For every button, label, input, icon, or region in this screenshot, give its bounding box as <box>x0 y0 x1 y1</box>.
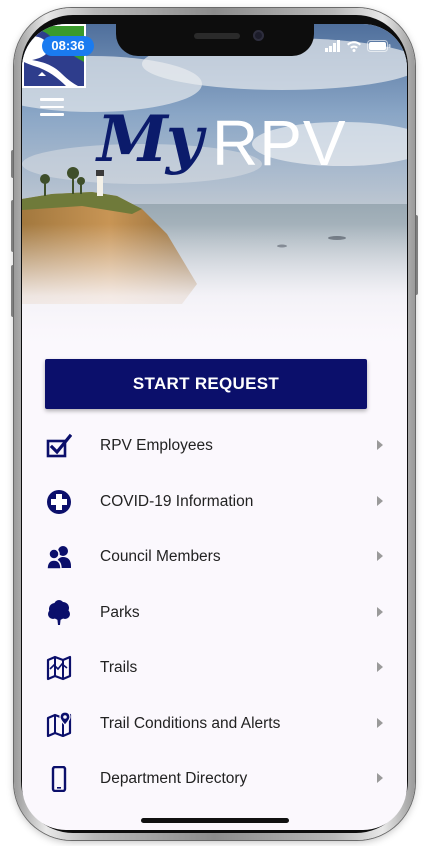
menu-item-covid-19-information[interactable]: COVID-19 Information <box>22 474 407 530</box>
start-request-button[interactable]: START REQUEST <box>45 359 367 409</box>
map-pin-icon <box>46 710 72 737</box>
chevron-right-icon <box>377 662 383 672</box>
menu-item-rpv-employees[interactable]: RPV Employees <box>22 418 407 474</box>
phone-notch <box>116 24 314 56</box>
menu-item-label: RPV Employees <box>100 437 213 454</box>
logo-my-text: My <box>97 102 203 177</box>
medical-cross-icon <box>47 489 71 514</box>
menu-item-trail-conditions-and-alerts[interactable]: Trail Conditions and Alerts <box>22 696 407 752</box>
chevron-right-icon <box>377 773 383 783</box>
checkbox-icon <box>46 433 72 458</box>
wifi-icon <box>347 41 361 52</box>
app-screen: My RPV 08:36 START REQUEST RPV Employees… <box>22 24 407 830</box>
people-icon <box>46 546 71 570</box>
cellular-signal-icon <box>325 40 340 52</box>
menu-item-label: Council Members <box>100 548 221 565</box>
map-icon <box>46 655 72 681</box>
front-camera <box>253 30 264 41</box>
tree-icon <box>48 599 70 625</box>
status-time: 08:36 <box>42 36 94 56</box>
menu-item-label: COVID-19 Information <box>100 492 254 510</box>
status-icons <box>325 38 391 54</box>
chevron-right-icon <box>377 495 383 506</box>
mobile-phone-icon <box>51 766 67 792</box>
chevron-right-icon <box>377 551 383 561</box>
logo-rpv-text: RPV <box>212 107 347 179</box>
menu-item-label: Department Directory <box>100 770 248 787</box>
menu-item-department-directory[interactable]: Department Directory <box>22 751 407 807</box>
chevron-right-icon <box>377 717 383 728</box>
hamburger-menu-icon[interactable] <box>40 98 64 116</box>
chevron-right-icon <box>377 440 383 450</box>
speaker-grille <box>194 33 240 39</box>
menu-item-label: Parks <box>100 603 140 621</box>
menu-item-trails[interactable]: Trails <box>22 640 407 696</box>
main-menu-list: RPV Employees COVID-19 Information Counc… <box>22 418 407 807</box>
menu-item-label: Trail Conditions and Alerts <box>100 714 281 732</box>
header-fade <box>22 224 407 344</box>
battery-icon <box>367 40 391 52</box>
menu-item-council-members[interactable]: Council Members <box>22 529 407 585</box>
chevron-right-icon <box>377 606 383 617</box>
header-image: My RPV <box>22 24 407 344</box>
menu-item-label: Trails <box>100 659 138 676</box>
menu-item-parks[interactable]: Parks <box>22 585 407 641</box>
home-indicator[interactable] <box>141 818 289 823</box>
rpv-city-logo-icon <box>22 24 86 88</box>
